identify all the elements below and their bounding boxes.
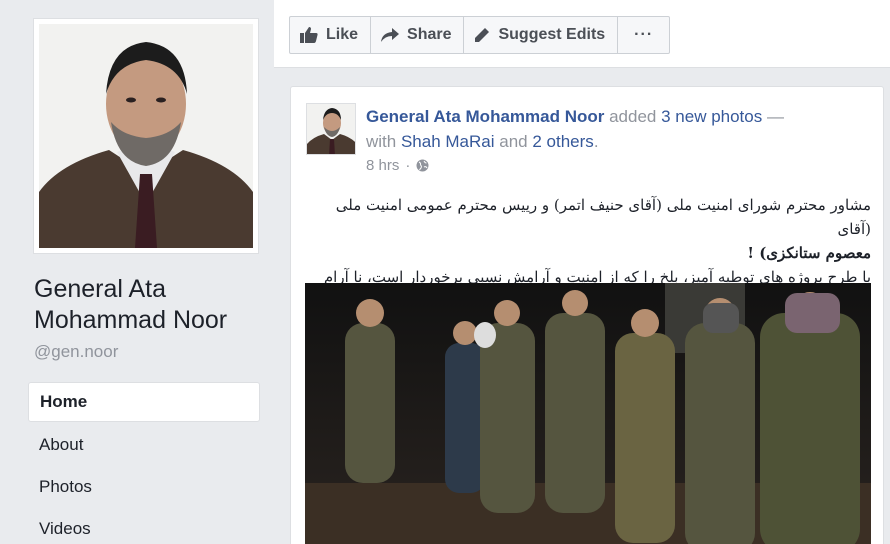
tagged-user-link[interactable]: Shah MaRai xyxy=(401,132,495,151)
suggest-edits-label: Suggest Edits xyxy=(498,26,606,43)
author-avatar[interactable] xyxy=(306,103,356,155)
more-dots-icon: ··· xyxy=(634,26,654,43)
pencil-icon xyxy=(475,28,490,42)
post-text-line-1: مشاور محترم شورای امنیت ملی (آقای حنیف ا… xyxy=(335,196,871,238)
post-meta: 8 hrs · xyxy=(366,157,429,174)
profile-photo xyxy=(39,24,253,248)
nav-item-photos[interactable]: Photos xyxy=(28,466,260,508)
page-username[interactable]: @gen.noor xyxy=(34,342,118,362)
page-action-bar: Like Share Suggest Edits ··· xyxy=(274,0,890,68)
action-button-group: Like Share Suggest Edits ··· xyxy=(289,16,671,54)
nav-item-home[interactable]: Home xyxy=(28,382,260,422)
others-link[interactable]: 2 others xyxy=(532,132,593,151)
post-photo[interactable] xyxy=(305,283,871,544)
header-dash: — xyxy=(766,107,784,126)
nav-item-videos[interactable]: Videos xyxy=(28,508,260,544)
post-text-line-2: معصوم ستانکزی) ! xyxy=(747,244,871,262)
profile-picture[interactable] xyxy=(33,18,259,254)
page-nav: Home About Photos Videos xyxy=(28,382,260,544)
post-author-link[interactable]: General Ata Mohammad Noor xyxy=(366,107,604,126)
post-timestamp[interactable]: 8 hrs xyxy=(366,157,399,174)
post-header: General Ata Mohammad Noor added 3 new ph… xyxy=(366,104,866,154)
like-button[interactable]: Like xyxy=(290,17,372,53)
post-card: General Ata Mohammad Noor added 3 new ph… xyxy=(290,86,884,544)
globe-icon[interactable] xyxy=(416,159,429,172)
thumbs-up-icon xyxy=(300,27,318,43)
photo-count-link[interactable]: 3 new photos xyxy=(661,107,762,126)
suggest-edits-button[interactable]: Suggest Edits xyxy=(464,17,619,53)
with-text: with xyxy=(366,132,397,151)
share-label: Share xyxy=(407,26,452,43)
like-label: Like xyxy=(326,26,359,43)
more-options-button[interactable]: ··· xyxy=(618,17,669,53)
share-arrow-icon xyxy=(381,28,400,42)
page-title: General Ata Mohammad Noor xyxy=(34,275,228,334)
nav-item-about[interactable]: About xyxy=(28,424,260,466)
share-button[interactable]: Share xyxy=(371,17,465,53)
left-column: General Ata Mohammad Noor @gen.noor Home… xyxy=(0,0,274,544)
post-action-text: added xyxy=(609,107,657,126)
and-text: and xyxy=(499,132,528,151)
header-period: . xyxy=(593,132,599,151)
meta-separator: · xyxy=(405,157,411,174)
